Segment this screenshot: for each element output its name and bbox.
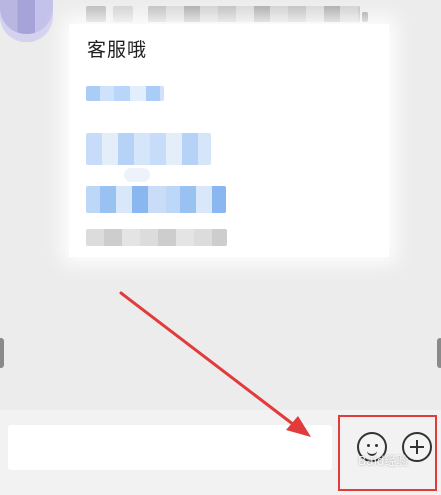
watermark-text: Baid经验 [358,454,409,468]
pointer-arrow [119,291,311,437]
